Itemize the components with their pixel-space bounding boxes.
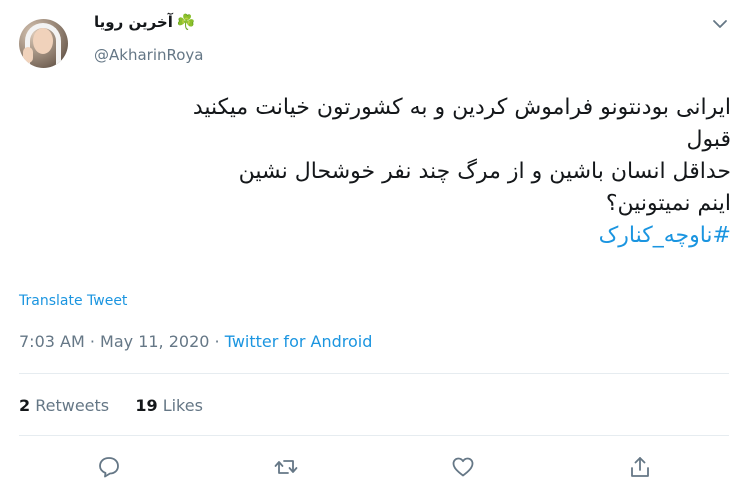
tweet-meta: 7:03 AM · May 11, 2020 · Twitter for And… (19, 332, 372, 351)
translate-tweet-link[interactable]: Translate Tweet (19, 293, 127, 309)
meta-separator: · (209, 332, 225, 351)
tweet-line: حداقل انسان باشین و از مرگ چند نفر خوشحا… (238, 159, 731, 184)
divider (19, 435, 729, 436)
tweet-line: قبول (686, 127, 731, 152)
tweet-stats: 2 Retweets 19 Likes (19, 396, 203, 415)
user-display-name[interactable]: آخرین رویا ☘️ (94, 13, 196, 31)
display-name-text: آخرین رویا (94, 13, 173, 31)
tweet-source-link[interactable]: Twitter for Android (225, 332, 373, 351)
like-icon[interactable] (450, 454, 476, 480)
likes-label: Likes (162, 396, 203, 415)
retweets-label: Retweets (35, 396, 110, 415)
reply-icon[interactable] (96, 454, 122, 480)
tweet-date[interactable]: May 11, 2020 (100, 332, 209, 351)
likes-count: 19 (135, 396, 158, 415)
avatar[interactable] (19, 19, 68, 68)
hashtag-link[interactable]: #ناوچه_کنارک (16, 220, 731, 252)
share-icon[interactable] (627, 454, 653, 480)
tweet-line: اینم نمیتونین؟ (605, 191, 731, 216)
shamrock-icon: ☘️ (176, 13, 196, 31)
retweets-stat[interactable]: 2 Retweets (19, 396, 109, 415)
chevron-down-icon[interactable] (710, 14, 730, 34)
avatar-hand (23, 47, 33, 63)
user-handle[interactable]: @AkharinRoya (94, 46, 203, 64)
tweet-line: ایرانی بودنتونو فراموش کردین و به کشورتو… (192, 95, 731, 120)
avatar-face (33, 28, 53, 54)
retweets-count: 2 (19, 396, 31, 415)
meta-separator: · (84, 332, 101, 351)
tweet-time[interactable]: 7:03 AM (19, 332, 85, 351)
divider (19, 373, 729, 374)
likes-stat[interactable]: 19 Likes (135, 396, 203, 415)
tweet-actions (0, 452, 748, 482)
retweet-icon[interactable] (273, 454, 299, 480)
tweet-text: ایرانی بودنتونو فراموش کردین و به کشورتو… (16, 92, 731, 252)
